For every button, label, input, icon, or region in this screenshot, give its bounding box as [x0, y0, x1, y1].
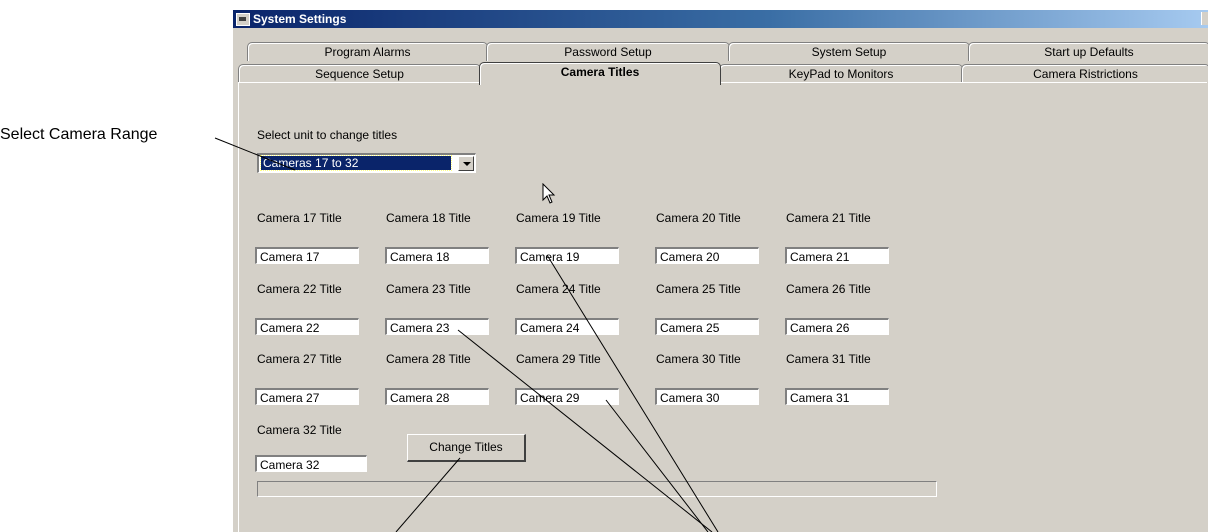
- camera-31-field[interactable]: Camera 31: [785, 388, 889, 405]
- camera-29-label: Camera 29 Title: [516, 352, 601, 366]
- camera-25-label: Camera 25 Title: [656, 282, 741, 296]
- camera-24-label: Camera 24 Title: [516, 282, 601, 296]
- camera-32-label: Camera 32 Title: [257, 423, 342, 437]
- select-unit-label: Select unit to change titles: [257, 128, 398, 142]
- camera-19-field[interactable]: Camera 19: [515, 247, 619, 264]
- panel-content: Select unit to change titles Cameras 17 …: [233, 0, 1208, 532]
- camera-20-label: Camera 20 Title: [656, 211, 741, 225]
- camera-22-field[interactable]: Camera 22: [255, 318, 359, 335]
- camera-18-field[interactable]: Camera 18: [385, 247, 489, 264]
- camera-28-field[interactable]: Camera 28: [385, 388, 489, 405]
- camera-32-field[interactable]: Camera 32: [255, 455, 367, 472]
- camera-17-label: Camera 17 Title: [257, 211, 342, 225]
- camera-29-field[interactable]: Camera 29: [515, 388, 619, 405]
- camera-30-field[interactable]: Camera 30: [655, 388, 759, 405]
- camera-27-label: Camera 27 Title: [257, 352, 342, 366]
- chevron-down-icon[interactable]: [458, 156, 474, 171]
- camera-range-select[interactable]: Cameras 17 to 32: [257, 153, 476, 173]
- camera-23-field[interactable]: Camera 23: [385, 318, 489, 335]
- camera-23-label: Camera 23 Title: [386, 282, 471, 296]
- camera-30-label: Camera 30 Title: [656, 352, 741, 366]
- mouse-cursor-icon: [542, 183, 556, 204]
- camera-28-label: Camera 28 Title: [386, 352, 471, 366]
- camera-22-label: Camera 22 Title: [257, 282, 342, 296]
- camera-21-field[interactable]: Camera 21: [785, 247, 889, 264]
- camera-31-label: Camera 31 Title: [786, 352, 871, 366]
- camera-25-field[interactable]: Camera 25: [655, 318, 759, 335]
- camera-17-field[interactable]: Camera 17: [255, 247, 359, 264]
- camera-26-field[interactable]: Camera 26: [785, 318, 889, 335]
- camera-range-value: Cameras 17 to 32: [260, 155, 452, 171]
- camera-18-label: Camera 18 Title: [386, 211, 471, 225]
- camera-19-label: Camera 19 Title: [516, 211, 601, 225]
- progress-bar: [257, 481, 937, 497]
- camera-27-field[interactable]: Camera 27: [255, 388, 359, 405]
- camera-20-field[interactable]: Camera 20: [655, 247, 759, 264]
- camera-21-label: Camera 21 Title: [786, 211, 871, 225]
- change-titles-button[interactable]: Change Titles: [407, 434, 526, 462]
- callout-select-camera-range: Select Camera Range: [0, 126, 158, 143]
- camera-26-label: Camera 26 Title: [786, 282, 871, 296]
- camera-24-field[interactable]: Camera 24: [515, 318, 619, 335]
